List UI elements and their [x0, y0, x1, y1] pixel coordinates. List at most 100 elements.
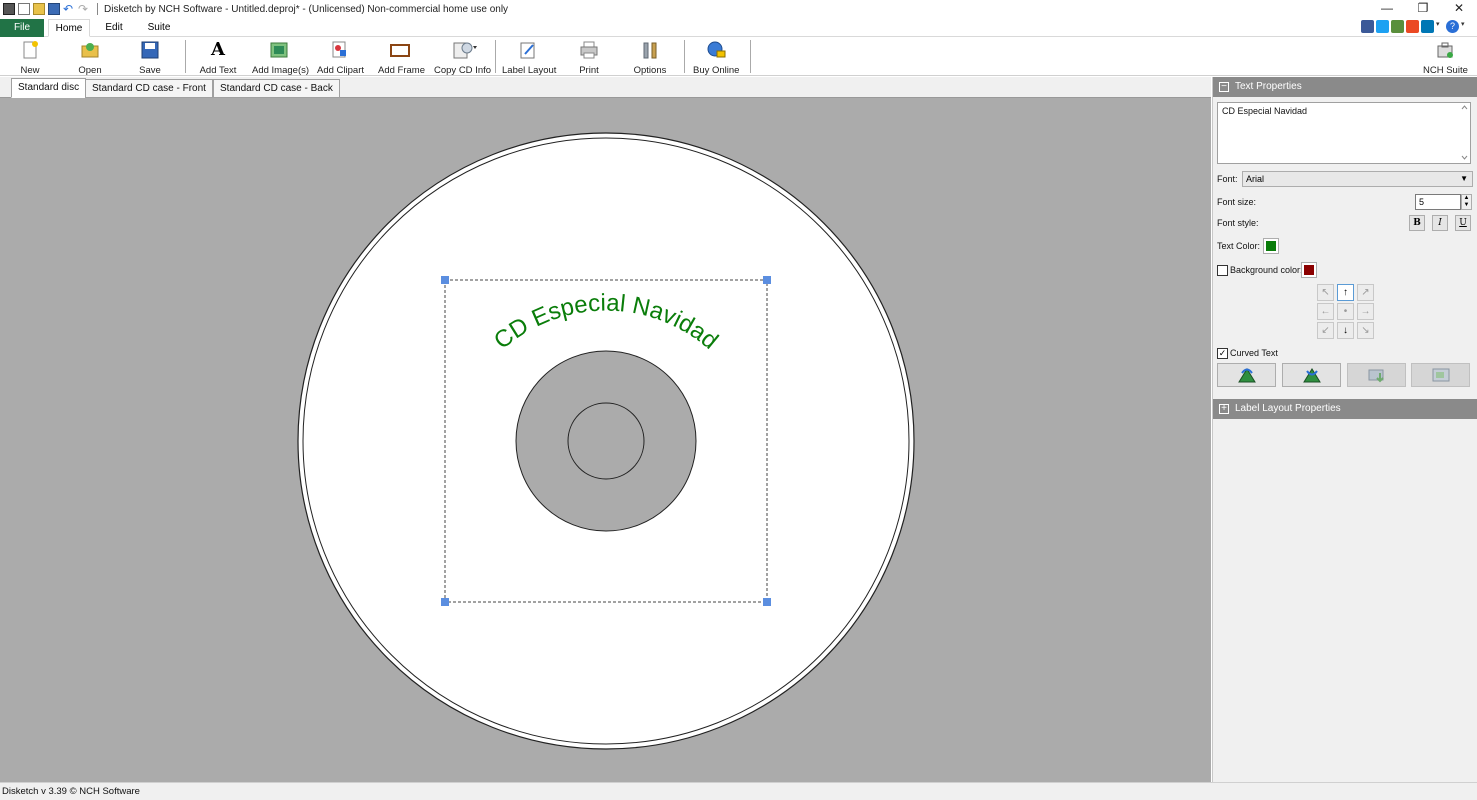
options-tools-icon [640, 41, 660, 59]
buy-online-button[interactable]: Buy Online [693, 39, 739, 76]
background-color-checkbox[interactable] [1217, 265, 1228, 276]
new-file-icon[interactable] [18, 3, 30, 15]
tab-suite[interactable]: Suite [144, 19, 174, 37]
expand-icon[interactable]: + [1219, 404, 1229, 414]
send-backward-button[interactable] [1411, 363, 1470, 387]
resize-handle-top-right[interactable] [763, 276, 771, 284]
font-size-stepper[interactable]: ▲ ▼ [1461, 194, 1472, 210]
image-icon [269, 41, 289, 59]
curve-down-button[interactable] [1282, 363, 1341, 387]
background-color-swatch[interactable] [1301, 262, 1317, 278]
toolbar-separator [750, 40, 751, 73]
curve-up-button[interactable] [1217, 363, 1276, 387]
save-icon[interactable] [48, 3, 60, 15]
app-icon[interactable] [3, 3, 15, 15]
font-select[interactable]: Arial ▼ [1242, 171, 1473, 187]
text-color-swatch[interactable] [1263, 238, 1279, 254]
send-backward-icon [1432, 367, 1450, 383]
quick-access-toolbar: ↶ ↷ [0, 0, 102, 18]
open-folder-icon[interactable] [33, 3, 45, 15]
chevron-down-icon: ▼ [1460, 174, 1468, 183]
print-label: Print [579, 65, 599, 76]
printer-icon [579, 41, 599, 59]
new-file-icon [20, 41, 40, 59]
status-text: Disketch v 3.39 © NCH Software [2, 786, 140, 797]
open-label: Open [78, 65, 102, 76]
add-clipart-button[interactable]: Add Clipart [317, 39, 364, 76]
tab-standard-disc[interactable]: Standard disc [11, 78, 87, 98]
resize-handle-bottom-left[interactable] [441, 598, 449, 606]
bring-forward-button[interactable] [1347, 363, 1406, 387]
open-button[interactable]: Open [72, 39, 108, 76]
add-text-button[interactable]: A Add Text [196, 39, 240, 77]
window-controls: — ❐ ✕ [1369, 0, 1477, 18]
align-top-left-icon[interactable]: ↖ [1317, 284, 1334, 301]
options-label: Options [633, 65, 667, 76]
open-folder-icon [80, 41, 100, 59]
add-images-button[interactable]: Add Image(s) [252, 39, 310, 76]
text-content-input[interactable]: CD Especial Navidad [1217, 102, 1471, 164]
close-button[interactable]: ✕ [1441, 0, 1477, 18]
tab-home[interactable]: Home [48, 19, 90, 37]
add-images-label: Add Image(s) [252, 65, 310, 76]
social-links: ▾ ? ▾ [1361, 20, 1469, 33]
help-menu-chevron-icon[interactable]: ▾ [1461, 20, 1469, 33]
align-left-icon[interactable]: ← [1317, 303, 1334, 320]
resize-handle-top-left[interactable] [441, 276, 449, 284]
tab-cd-case-back[interactable]: Standard CD case - Back [213, 79, 340, 98]
tab-cd-case-front[interactable]: Standard CD case - Front [85, 79, 213, 98]
stumbleupon-icon[interactable] [1406, 20, 1419, 33]
copy-cd-info-button[interactable]: Copy CD Info [434, 39, 491, 76]
redo-icon[interactable]: ↷ [78, 3, 90, 15]
design-canvas[interactable]: CD Especial Navidad [0, 98, 1211, 782]
minimize-button[interactable]: — [1369, 0, 1405, 18]
nch-suite-icon [1435, 41, 1455, 59]
text-properties-title: Text Properties [1235, 81, 1302, 92]
align-bottom-right-icon[interactable]: ↘ [1357, 322, 1374, 339]
properties-panel: − Text Properties CD Especial Navidad Fo… [1212, 77, 1477, 782]
align-center-icon[interactable]: • [1337, 303, 1354, 320]
linkedin-icon[interactable] [1421, 20, 1434, 33]
undo-icon[interactable]: ↶ [63, 3, 75, 15]
tab-edit[interactable]: Edit [100, 19, 128, 37]
text-scrollbar[interactable] [1459, 103, 1470, 163]
align-top-right-icon[interactable]: ↗ [1357, 284, 1374, 301]
restore-button[interactable]: ❐ [1405, 0, 1441, 18]
label-layout-button[interactable]: Label Layout [502, 39, 556, 76]
italic-button[interactable]: I [1432, 215, 1448, 231]
chevron-down-icon[interactable]: ▾ [1436, 20, 1444, 33]
align-right-icon[interactable]: → [1357, 303, 1374, 320]
add-frame-button[interactable]: Add Frame [378, 39, 425, 76]
align-bottom-icon[interactable]: ↓ [1337, 322, 1354, 339]
clipart-icon [330, 41, 350, 59]
resize-handle-bottom-right[interactable] [763, 598, 771, 606]
tab-file[interactable]: File [0, 19, 44, 37]
bold-button[interactable]: B [1409, 215, 1425, 231]
underline-button[interactable]: U [1455, 215, 1471, 231]
text-color-label: Text Color: [1217, 241, 1261, 251]
text-properties-header[interactable]: − Text Properties [1213, 77, 1477, 97]
add-frame-label: Add Frame [378, 65, 425, 76]
align-top-icon[interactable]: ↑ [1337, 284, 1354, 301]
save-button[interactable]: Save [132, 39, 168, 76]
facebook-icon[interactable] [1361, 20, 1374, 33]
add-text-label: Add Text [199, 65, 237, 76]
align-bottom-left-icon[interactable]: ↙ [1317, 322, 1334, 339]
new-label: New [20, 65, 40, 76]
options-button[interactable]: Options [630, 39, 670, 76]
font-size-input[interactable]: 5 [1415, 194, 1461, 210]
collapse-icon[interactable]: − [1219, 82, 1229, 92]
font-label: Font: [1217, 174, 1238, 184]
label-layout-icon [518, 41, 538, 59]
share-icon[interactable] [1391, 20, 1404, 33]
background-color-label: Background color: [1230, 265, 1303, 275]
twitter-icon[interactable] [1376, 20, 1389, 33]
bring-forward-icon [1368, 367, 1386, 383]
curved-text-checkbox[interactable]: ✓ [1217, 348, 1228, 359]
help-icon[interactable]: ? [1446, 20, 1459, 33]
new-button[interactable]: New [12, 39, 48, 76]
print-button[interactable]: Print [570, 39, 608, 76]
label-layout-properties-header[interactable]: + Label Layout Properties [1213, 399, 1477, 419]
toolbar: New Open Save A Add Text Add Image(s) Ad… [0, 37, 1477, 76]
nch-suite-button[interactable]: NCH Suite [1423, 39, 1468, 76]
